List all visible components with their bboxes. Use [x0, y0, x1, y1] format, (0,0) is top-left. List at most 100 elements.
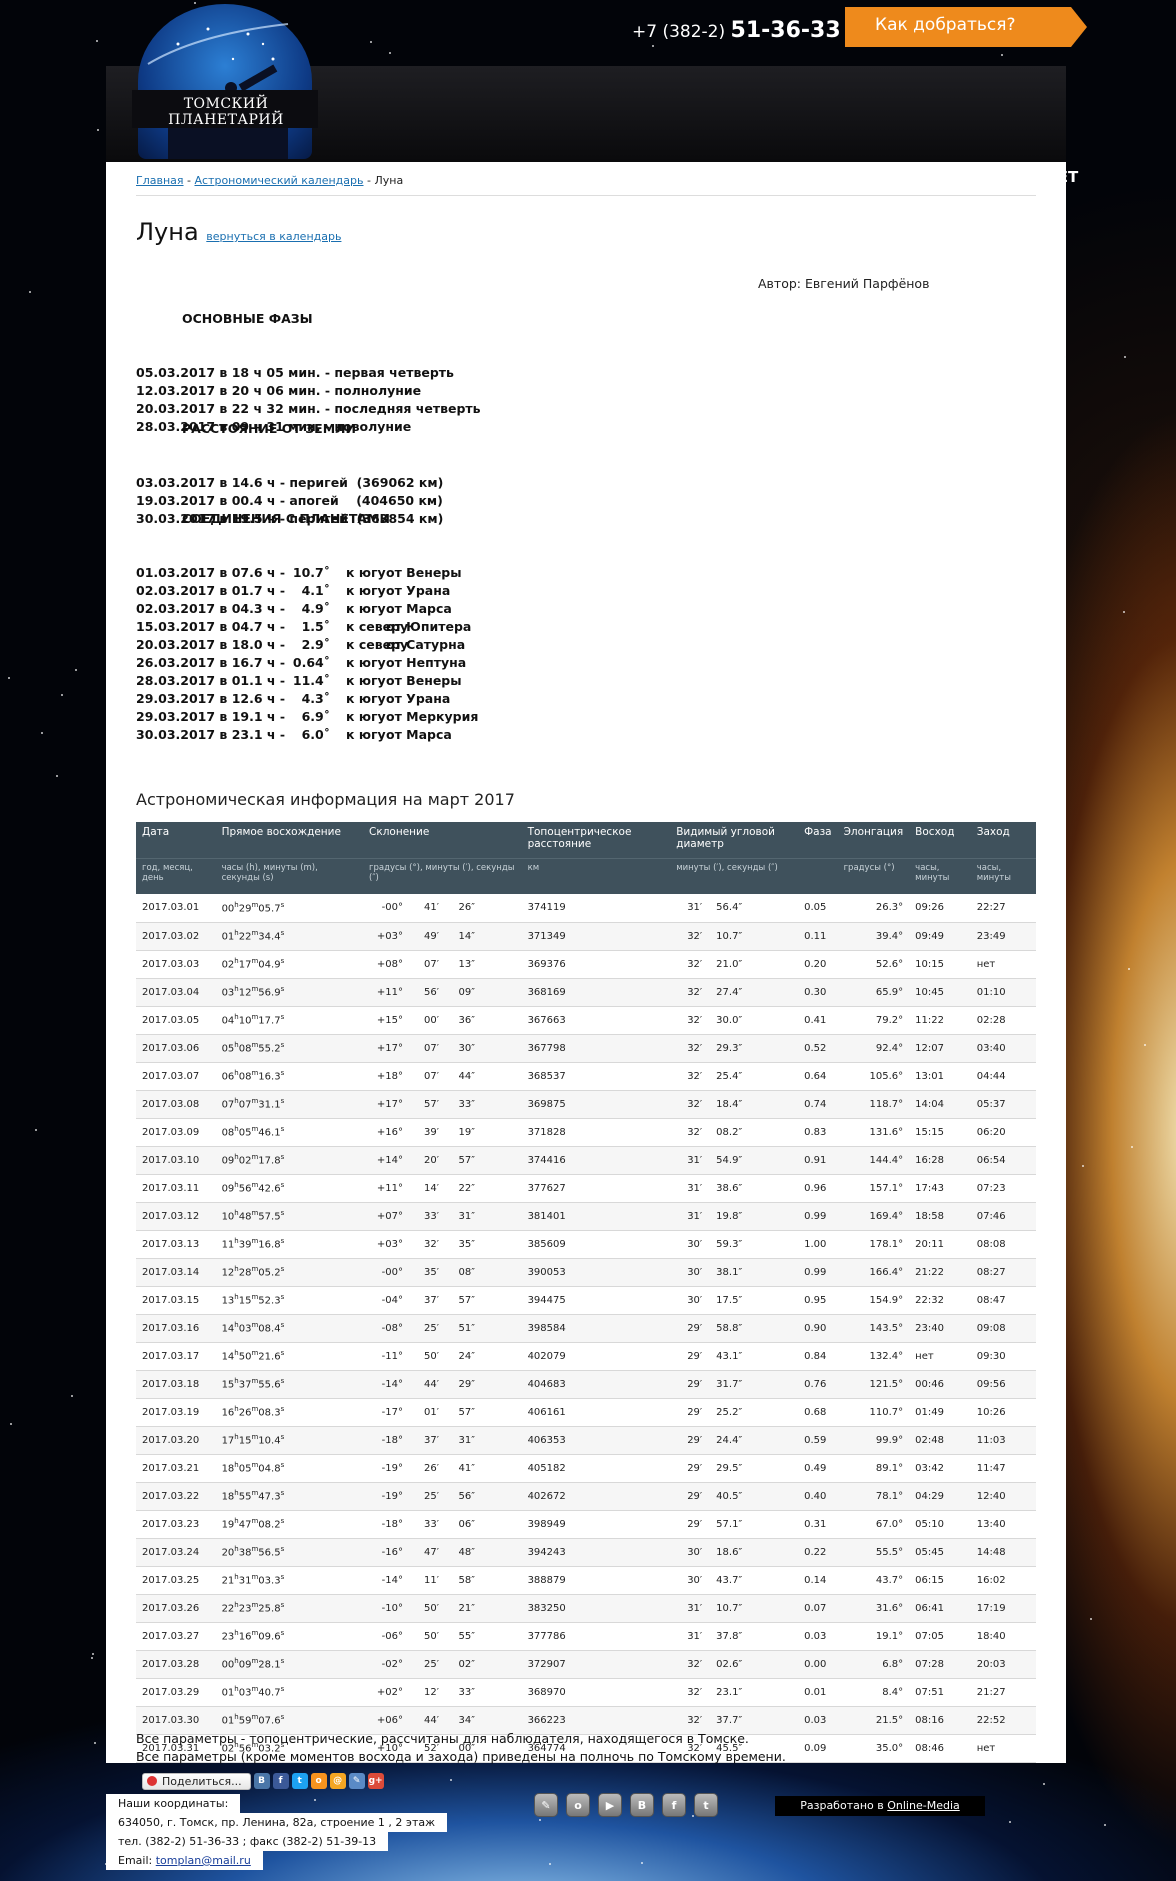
table-row: 2017.03.26 22h23m25.8s -10° 50′ 21″ 383250 31′… — [136, 1594, 1036, 1623]
table-cell: 19h47m08.2s — [215, 1510, 364, 1539]
table-cell: 06:41 — [909, 1594, 971, 1623]
ra-hours: 19 — [221, 1519, 235, 1531]
dec-part: 57′ — [424, 1098, 440, 1110]
table-row: 2017.03.25 21h31m03.3s -14° 11′ 58″ 388879 30′… — [136, 1566, 1036, 1595]
ra-seconds: 21.6 — [258, 1351, 281, 1363]
table-cell: 16:02 — [970, 1566, 1036, 1595]
diam-part: 37.7″ — [716, 1714, 743, 1726]
star — [1123, 611, 1126, 614]
facebook-icon[interactable]: f — [662, 1793, 686, 1817]
table-cell: +02° 12′ 33″ — [363, 1678, 522, 1707]
ra-hours: 13 — [221, 1295, 235, 1307]
set-time: 13:40 — [976, 1518, 1006, 1530]
phase: 0.99 — [804, 1210, 827, 1222]
table-cell: 2017.03.12 — [136, 1202, 216, 1231]
ra-seconds: 04.8 — [258, 1463, 281, 1475]
twitter-icon[interactable]: t — [291, 1773, 308, 1789]
elongation: 43.7° — [875, 1574, 904, 1586]
developer-link[interactable]: Online-Media — [887, 1799, 960, 1812]
rise-time: 18:58 — [915, 1210, 944, 1222]
mailru-icon[interactable]: @ — [329, 1773, 346, 1789]
ra-minutes: 26 — [238, 1407, 252, 1419]
livejournal-icon[interactable]: ✎ — [534, 1793, 558, 1817]
table-cell: -06° 50′ 55″ — [363, 1622, 522, 1651]
odnoklassniki-icon[interactable]: о — [566, 1793, 590, 1817]
ra-minutes: 03 — [238, 1323, 252, 1335]
breadcrumb-calendar-link[interactable]: Астрономический календарь — [194, 174, 363, 187]
dec-part: 01′ — [424, 1406, 440, 1418]
ra-hours: 15 — [221, 1379, 235, 1391]
phone-number[interactable]: +7 (382-2) 51-36-33 — [632, 18, 841, 43]
email-row: Email: tomplan@mail.ru — [106, 1851, 263, 1870]
rise-time: 16:28 — [915, 1154, 944, 1166]
ra-hours: 07 — [221, 1099, 235, 1111]
table-cell: 2017.03.23 — [136, 1510, 216, 1539]
facebook-icon[interactable]: f — [272, 1773, 289, 1789]
date-cell: 2017.03.22 — [142, 1490, 200, 1502]
table-cell: 15:15 — [909, 1118, 971, 1147]
column-header: Склонение — [363, 822, 522, 858]
conjunction-row: 02.03.2017 в 01.7 ч - 4.1˚ к югуот Урана — [136, 582, 476, 600]
ra-seconds: 46.1 — [258, 1127, 281, 1139]
ra-minutes: 09 — [238, 1659, 252, 1671]
ra-hours: 01 — [221, 931, 235, 943]
livejournal-icon[interactable]: ✎ — [348, 1773, 365, 1789]
odnoklassniki-icon[interactable]: о — [310, 1773, 327, 1789]
date-cell: 2017.03.17 — [142, 1350, 200, 1362]
dec-part: 56″ — [458, 1490, 476, 1502]
conjunction-row: 28.03.2017 в 01.1 ч - 11.4˚ к югуот Венеры — [136, 672, 476, 690]
distance-km: 406353 — [527, 1434, 566, 1446]
breadcrumb-home-link[interactable]: Главная — [136, 174, 184, 187]
elongation: 52.6° — [875, 958, 904, 970]
table-cell: +17° 57′ 33″ — [363, 1090, 522, 1119]
ra-seconds: 08.2 — [258, 1519, 281, 1531]
phase: 1.00 — [804, 1238, 827, 1250]
diam-part: 27.4″ — [716, 986, 743, 998]
dec-part: -14° — [381, 1574, 404, 1586]
table-cell: +03° 49′ 14″ — [363, 922, 522, 951]
table-cell: 385609 — [521, 1230, 671, 1259]
ra-seconds: 10.4 — [258, 1435, 281, 1447]
table-cell: 06:20 — [970, 1118, 1036, 1147]
star — [1128, 967, 1131, 970]
share-button[interactable]: Поделиться... — [142, 1772, 251, 1790]
youtube-icon[interactable]: ▶ — [598, 1793, 622, 1817]
table-cell: 01:10 — [970, 978, 1036, 1007]
table-cell: 405182 — [521, 1454, 671, 1483]
diam-part: 25.4″ — [716, 1070, 743, 1082]
table-cell: 78.1° — [837, 1482, 910, 1511]
unit-s: s — [280, 1489, 285, 1498]
dec-part: 19″ — [458, 1126, 476, 1138]
set-time: 11:03 — [976, 1434, 1006, 1446]
vkontakte-icon[interactable]: В — [253, 1773, 270, 1789]
back-to-calendar-link[interactable]: вернуться в календарь — [206, 230, 341, 243]
table-cell: нет — [970, 1734, 1036, 1763]
table-cell: 0.90 — [798, 1314, 838, 1343]
table-cell: 12:40 — [970, 1482, 1036, 1511]
twitter-icon[interactable]: t — [694, 1793, 718, 1817]
email-link[interactable]: tomplan@mail.ru — [156, 1854, 251, 1867]
logo-emblem[interactable] — [138, 4, 312, 159]
set-time: 18:40 — [976, 1630, 1006, 1642]
vkontakte-icon[interactable]: В — [630, 1793, 654, 1817]
table-cell: 13:01 — [909, 1062, 971, 1091]
table-cell: 99.9° — [837, 1426, 910, 1455]
star — [370, 40, 373, 43]
googleplus-icon[interactable]: g+ — [367, 1773, 384, 1789]
set-time: нет — [976, 1742, 996, 1754]
table-cell: 169.4° — [837, 1202, 910, 1231]
table-cell: 02:28 — [970, 1006, 1036, 1035]
table-cell: 32′ 10.7″ — [670, 922, 799, 951]
date-cell: 2017.03.04 — [142, 986, 200, 998]
column-unit — [798, 857, 838, 894]
table-cell: -00° 41′ 26″ — [363, 894, 522, 923]
directions-button[interactable]: Как добраться? — [845, 7, 1087, 47]
date-cell: 2017.03.20 — [142, 1434, 200, 1446]
phones: тел. (382-2) 51-36-33 ; факс (382-2) 51-… — [106, 1832, 389, 1851]
distance-km: 367798 — [527, 1042, 566, 1054]
dev-prefix: Разработано в — [800, 1799, 888, 1812]
table-row: 2017.03.24 20h38m56.5s -16° 47′ 48″ 394243 30′… — [136, 1538, 1036, 1567]
phase: 0.09 — [804, 1742, 827, 1754]
column-header: Видимый угловой диаметр — [670, 822, 799, 858]
unit-s: s — [280, 1685, 285, 1694]
